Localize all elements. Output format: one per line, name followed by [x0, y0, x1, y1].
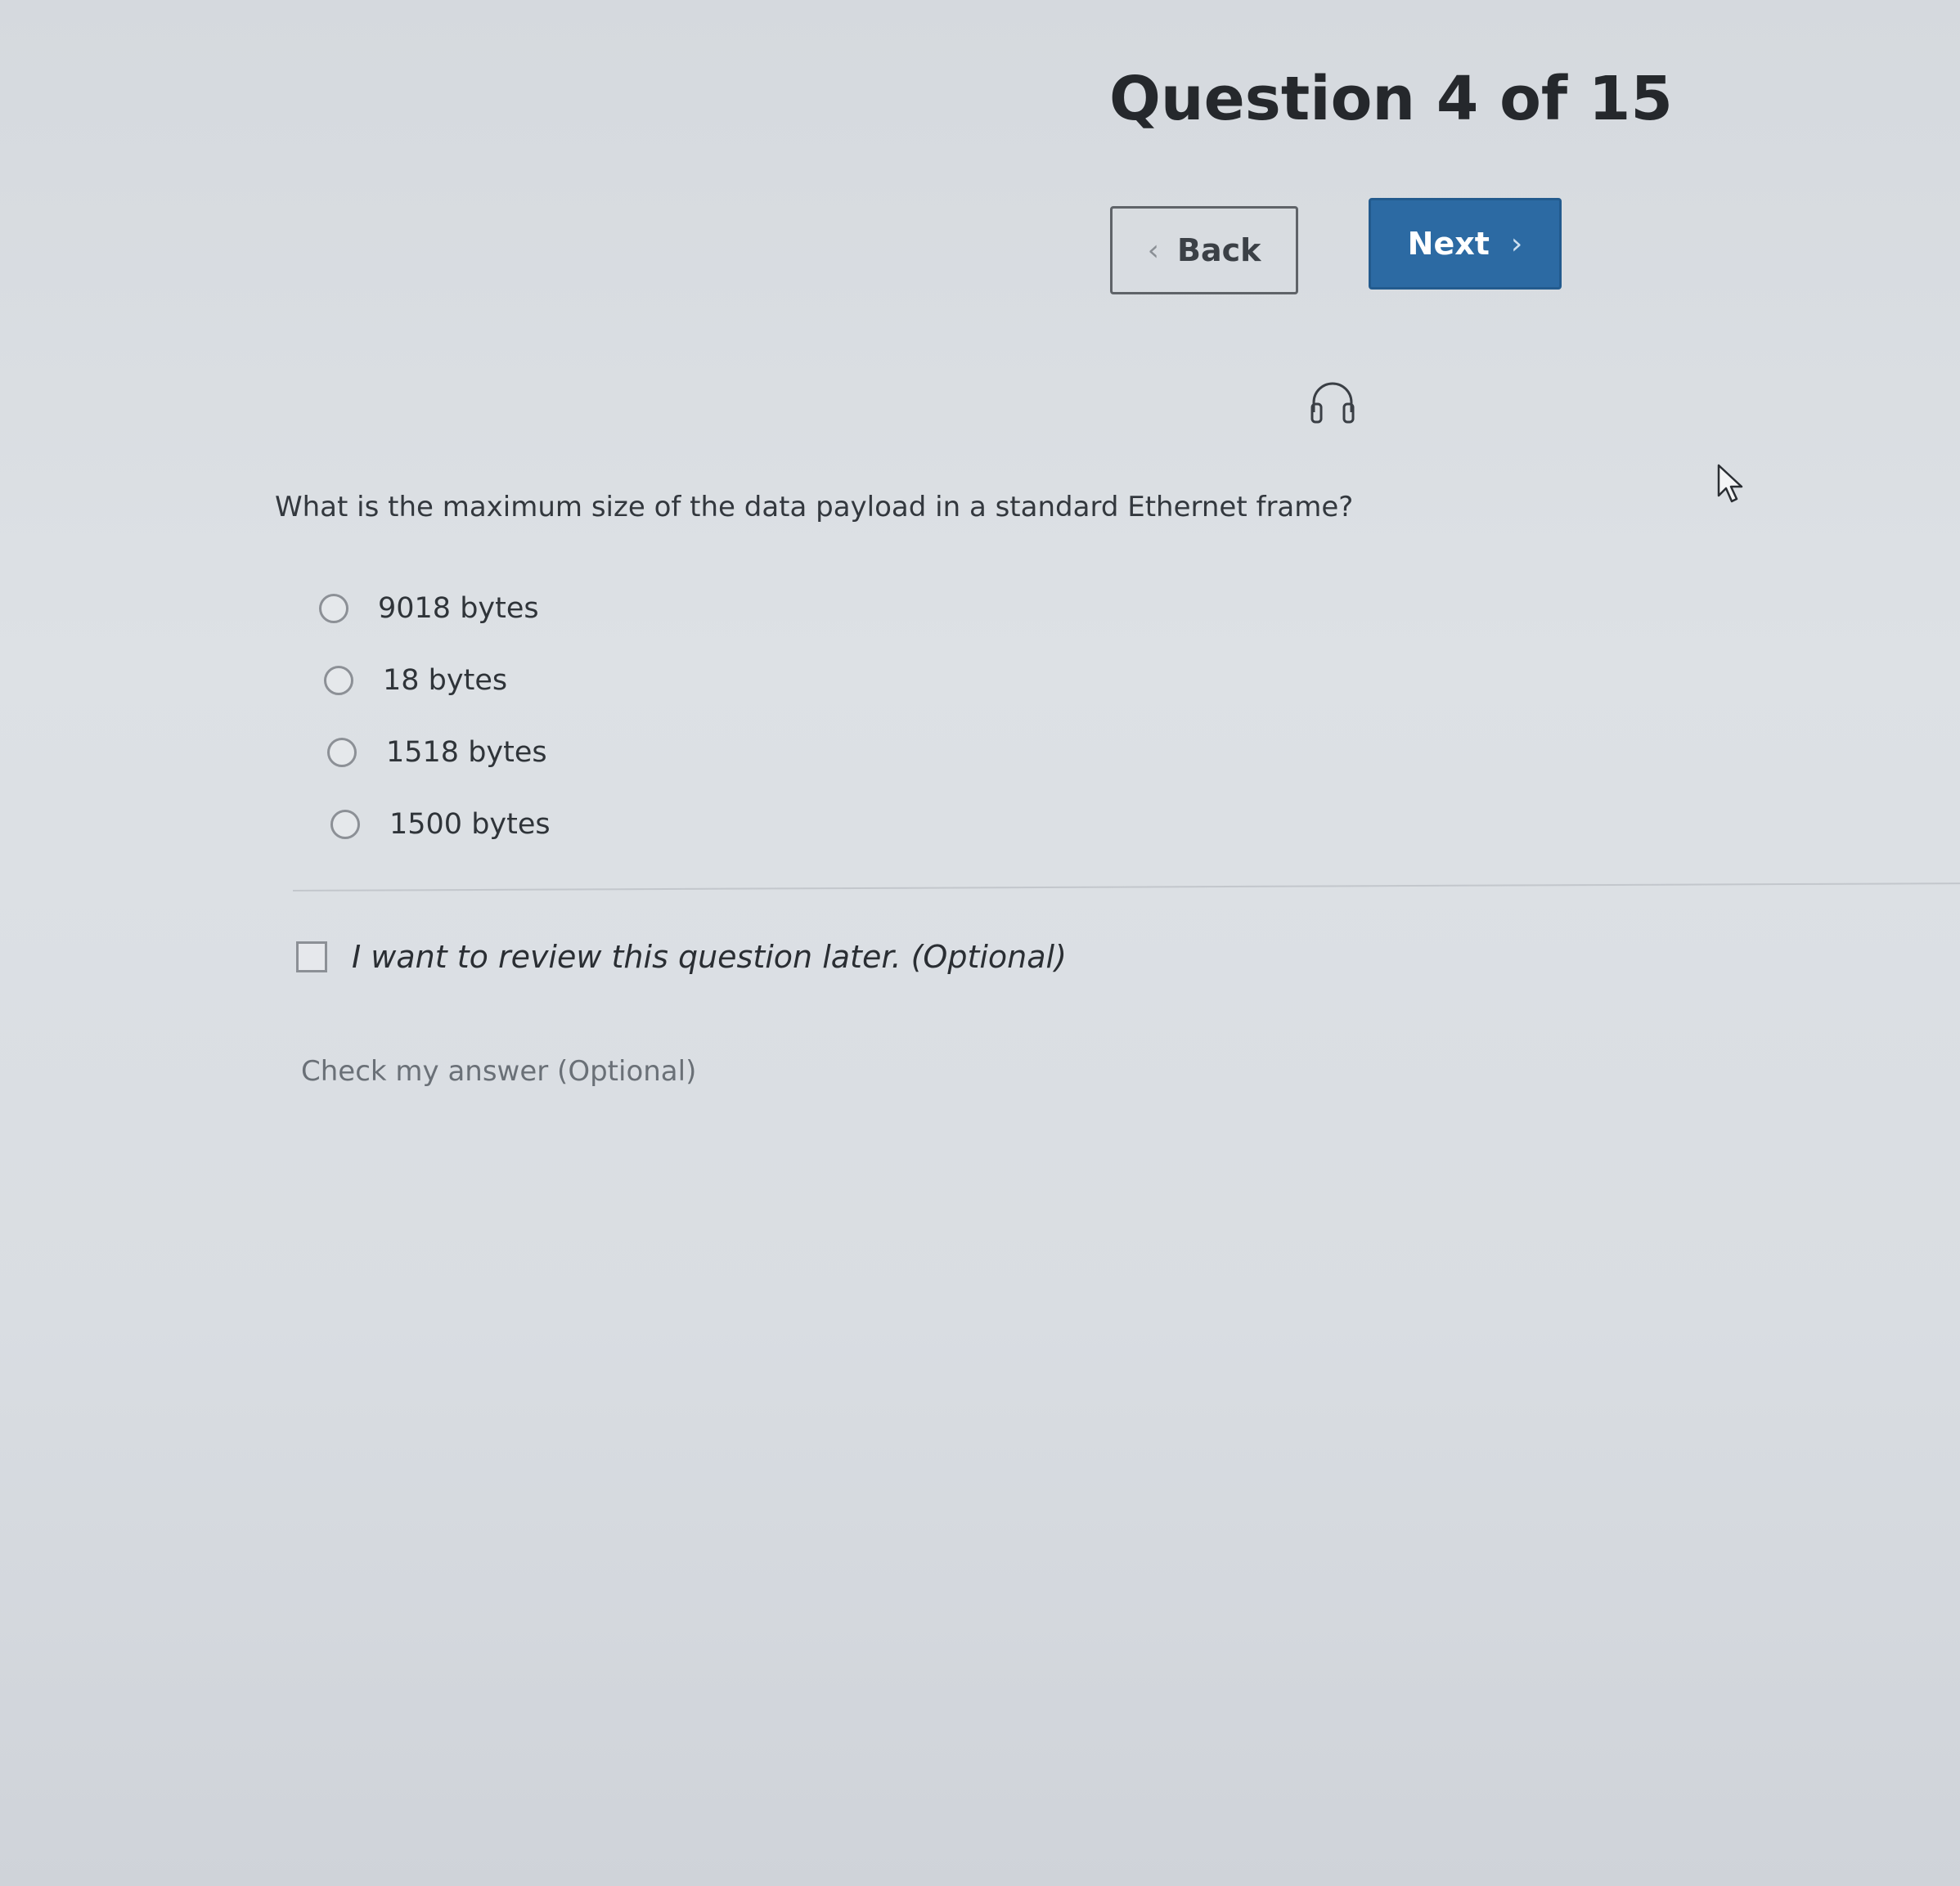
answer-option[interactable]: 18 bytes [324, 644, 551, 716]
section-divider [292, 882, 1960, 891]
next-button-label: Next [1407, 226, 1490, 262]
radio-button[interactable] [330, 810, 360, 839]
page-title: Question 4 of 15 [1109, 64, 1673, 134]
back-button-label: Back [1177, 232, 1261, 268]
back-button[interactable]: ‹ Back [1110, 206, 1298, 294]
answer-option[interactable]: 1500 bytes [330, 788, 551, 860]
mouse-pointer-icon [1716, 463, 1746, 505]
quiz-page: Question 4 of 15 ‹ Back Next › What is t… [0, 0, 1960, 1886]
question-text: What is the maximum size of the data pay… [275, 491, 1354, 523]
radio-button[interactable] [327, 738, 357, 767]
next-button[interactable]: Next › [1369, 198, 1562, 290]
option-label: 18 bytes [383, 664, 508, 697]
headphones-icon[interactable] [1309, 379, 1356, 425]
review-later-toggle[interactable]: I want to review this question later. (O… [296, 939, 1067, 975]
answer-option[interactable]: 1518 bytes [327, 716, 551, 788]
option-label: 1518 bytes [386, 736, 547, 769]
answer-options: 9018 bytes 18 bytes 1518 bytes 1500 byte… [319, 573, 551, 860]
check-answer-link[interactable]: Check my answer (Optional) [301, 1055, 696, 1088]
chevron-right-icon: › [1510, 227, 1523, 261]
option-label: 1500 bytes [389, 808, 551, 841]
chevron-left-icon: ‹ [1147, 233, 1159, 267]
radio-button[interactable] [324, 666, 353, 695]
answer-option[interactable]: 9018 bytes [319, 573, 551, 644]
radio-button[interactable] [319, 594, 348, 623]
review-checkbox[interactable] [296, 941, 327, 972]
option-label: 9018 bytes [378, 592, 539, 625]
review-label: I want to review this question later. (O… [352, 939, 1067, 975]
